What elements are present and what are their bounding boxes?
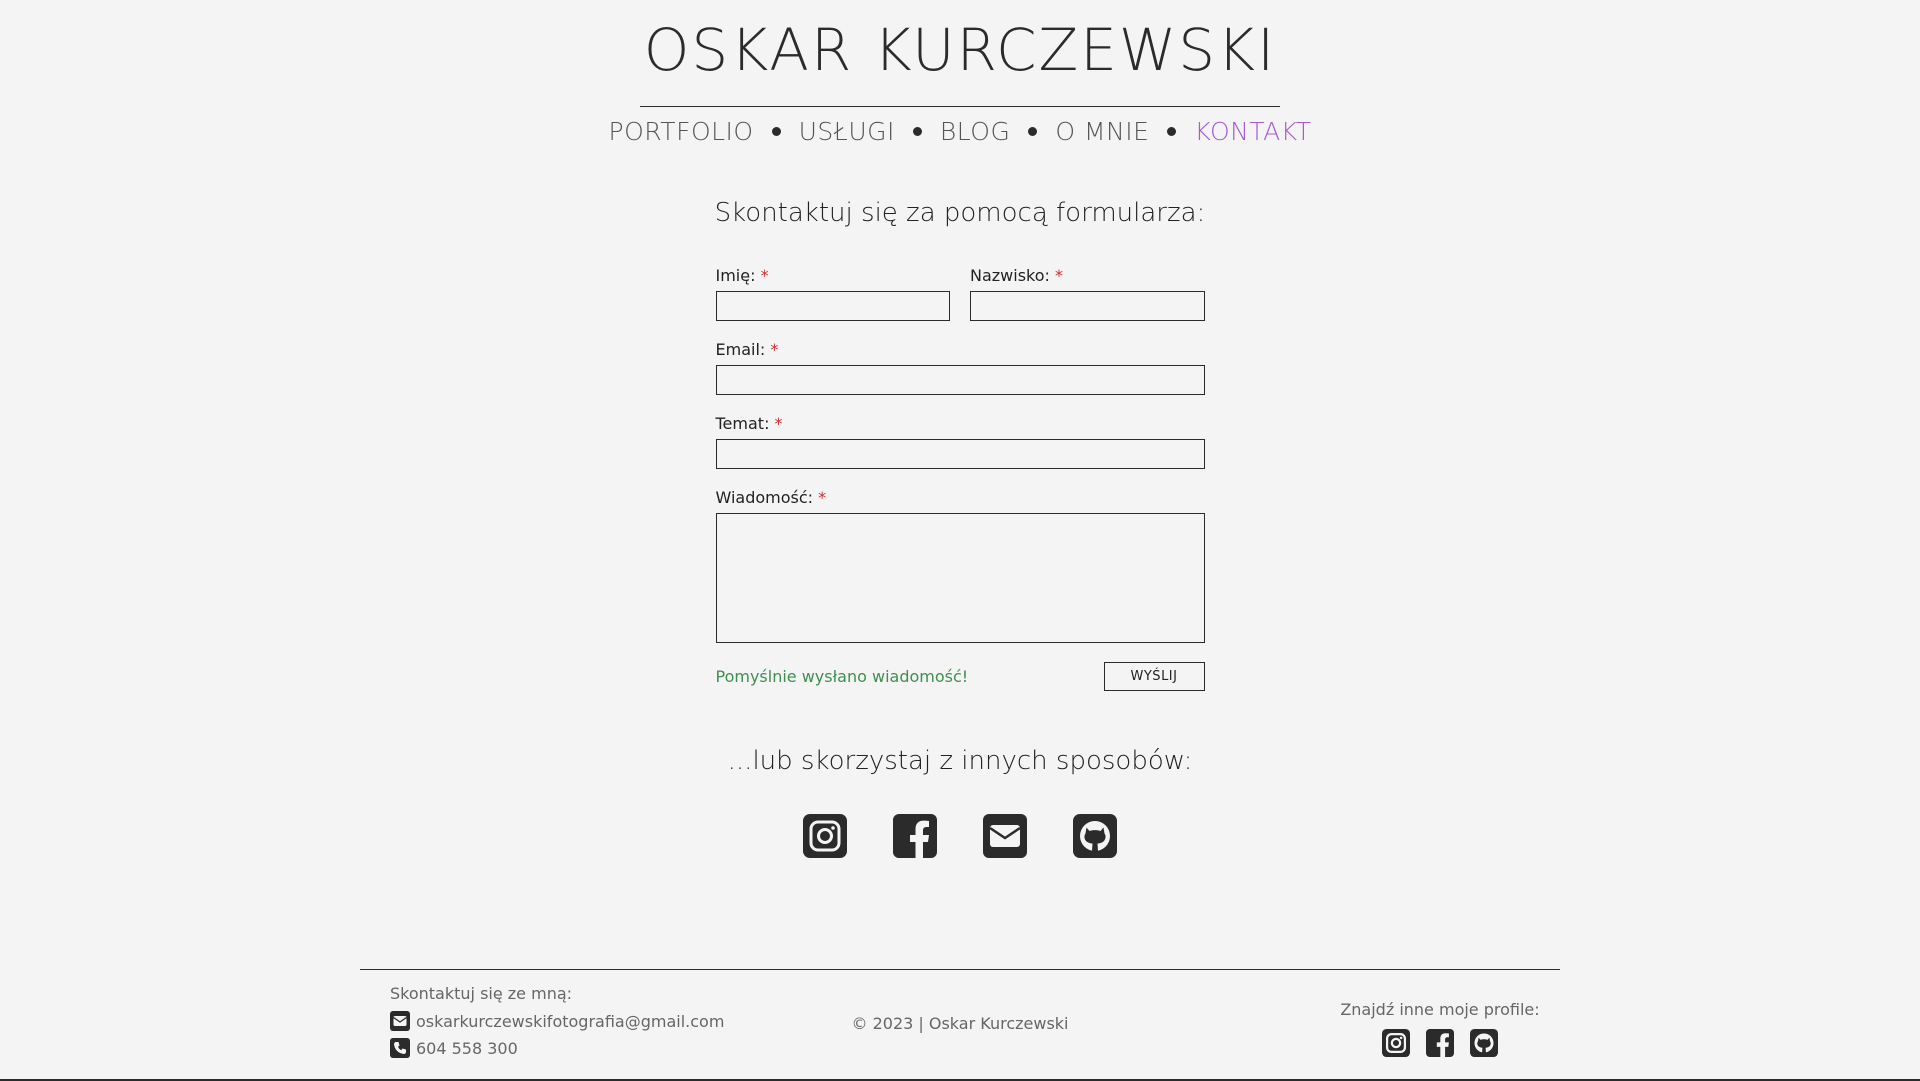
footer-copyright-wrap: © 2023 | Oskar Kurczewski (0, 1014, 1920, 1033)
message-field-group: Wiadomość: * (715, 488, 1205, 643)
message-textarea[interactable] (715, 513, 1205, 643)
footer-profiles-title: Znajdź inne moje profile: (1340, 1000, 1540, 1019)
footer-copyright: © 2023 | Oskar Kurczewski (851, 1014, 1069, 1033)
first-name-label: Imię: * (715, 266, 769, 285)
github-icon[interactable] (1073, 814, 1117, 858)
subject-label: Temat: * (715, 414, 783, 433)
email-label: Email: * (715, 340, 779, 359)
required-mark: * (818, 488, 827, 507)
footer-profile-icons (1340, 1029, 1540, 1057)
nav-item-blog[interactable]: BLOG (940, 117, 1010, 146)
facebook-icon[interactable] (893, 814, 937, 858)
alternative-contact-icons (0, 814, 1920, 858)
last-name-input[interactable] (970, 291, 1205, 321)
nav-item-uslugi[interactable]: USŁUGI (799, 117, 895, 146)
github-icon[interactable] (1470, 1029, 1498, 1057)
alternatives-heading: ...lub skorzystaj z innych sposobów: (727, 746, 1193, 776)
nav-separator (771, 127, 781, 136)
first-name-field-group: Imię: * (715, 266, 950, 321)
footer-phone[interactable]: 604 558 300 (416, 1039, 518, 1058)
message-label: Wiadomość: * (715, 488, 827, 507)
required-mark: * (774, 414, 783, 433)
phone-icon (390, 1038, 410, 1058)
email-field-group: Email: * (715, 340, 1205, 395)
submit-button[interactable]: WYŚLIJ (1103, 662, 1205, 691)
footer-profiles: Znajdź inne moje profile: (1340, 1000, 1540, 1057)
contact-form: Imię: * Nazwisko: * Email: * Temat: * Wi… (715, 266, 1205, 691)
required-mark: * (770, 340, 779, 359)
nav-separator (912, 127, 922, 136)
first-name-input[interactable] (715, 291, 950, 321)
nav-item-kontakt[interactable]: KONTAKT (1194, 117, 1311, 146)
header-divider (640, 106, 1280, 107)
form-heading: Skontaktuj się za pomocą formularza: (714, 198, 1206, 228)
main-nav: PORTFOLIO USŁUGI BLOG O MNIE KONTAKT (0, 117, 1920, 146)
site-footer: Skontaktuj się ze mną: oskarkurczewskifo… (0, 970, 1920, 1081)
subject-field-group: Temat: * (715, 414, 1205, 469)
success-message: Pomyślnie wysłano wiadomość! (715, 667, 969, 686)
instagram-icon[interactable] (803, 814, 847, 858)
nav-item-portfolio[interactable]: PORTFOLIO (609, 117, 754, 146)
form-footer: Pomyślnie wysłano wiadomość! WYŚLIJ (716, 662, 1205, 691)
footer-phone-row: 604 558 300 (390, 1038, 724, 1058)
facebook-icon[interactable] (1426, 1029, 1454, 1057)
required-mark: * (760, 266, 769, 285)
site-header: OSKAR KURCZEWSKI PORTFOLIO USŁUGI BLOG O… (0, 0, 1920, 146)
instagram-icon[interactable] (1382, 1029, 1410, 1057)
nav-item-o-mnie[interactable]: O MNIE (1055, 117, 1149, 146)
mail-icon[interactable] (983, 814, 1027, 858)
footer-contact-title: Skontaktuj się ze mną: (390, 984, 573, 1003)
nav-separator (1167, 127, 1177, 136)
subject-input[interactable] (715, 439, 1205, 469)
last-name-label: Nazwisko: * (970, 266, 1064, 285)
required-mark: * (1055, 266, 1064, 285)
name-row: Imię: * Nazwisko: * (715, 266, 1205, 340)
nav-separator (1028, 127, 1038, 136)
last-name-field-group: Nazwisko: * (970, 266, 1205, 321)
site-title[interactable]: OSKAR KURCZEWSKI (0, 0, 1920, 86)
email-input[interactable] (715, 365, 1205, 395)
